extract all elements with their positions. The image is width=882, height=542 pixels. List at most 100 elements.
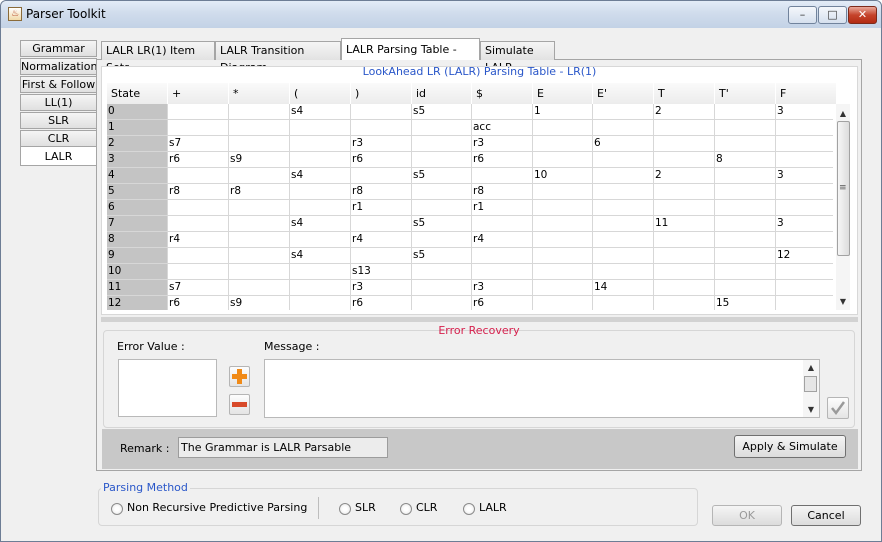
remove-error-button[interactable] xyxy=(229,394,250,415)
table-cell[interactable] xyxy=(593,216,654,232)
table-cell[interactable] xyxy=(654,184,715,200)
table-row[interactable]: 6 r1 r1 xyxy=(107,200,833,216)
table-cell[interactable] xyxy=(533,280,593,296)
table-cell[interactable]: r6 xyxy=(472,296,533,310)
table-cell[interactable] xyxy=(472,216,533,232)
radio-label-lalr[interactable]: LALR xyxy=(479,501,507,514)
table-row[interactable]: 4 s4 s5 10 2 3 xyxy=(107,168,833,184)
ok-button[interactable]: OK xyxy=(712,505,782,526)
tab-normalization[interactable]: Normalization xyxy=(20,58,97,75)
table-cell[interactable] xyxy=(351,248,412,264)
table-cell[interactable] xyxy=(290,200,351,216)
column-header[interactable]: * xyxy=(229,83,290,104)
table-cell[interactable] xyxy=(412,232,472,248)
state-cell[interactable]: 2 xyxy=(107,136,168,152)
table-row[interactable]: 2 s7 r3 r3 6 xyxy=(107,136,833,152)
table-cell[interactable] xyxy=(715,184,776,200)
table-cell[interactable] xyxy=(290,296,351,310)
table-cell[interactable] xyxy=(412,200,472,216)
state-cell[interactable]: 1 xyxy=(107,120,168,136)
table-cell[interactable]: r6 xyxy=(351,296,412,310)
state-cell[interactable]: 6 xyxy=(107,200,168,216)
table-cell[interactable]: 3 xyxy=(776,104,833,120)
table-cell[interactable] xyxy=(533,216,593,232)
table-cell[interactable] xyxy=(715,216,776,232)
table-cell[interactable] xyxy=(412,296,472,310)
column-header[interactable]: ( xyxy=(290,83,351,104)
table-cell[interactable] xyxy=(412,136,472,152)
title-bar[interactable] xyxy=(1,1,881,28)
column-header[interactable]: F xyxy=(776,83,837,104)
table-row[interactable]: 12 r6 s9 r6 r6 15 xyxy=(107,296,833,310)
table-cell[interactable] xyxy=(654,232,715,248)
table-cell[interactable] xyxy=(472,104,533,120)
split-divider[interactable] xyxy=(101,317,858,322)
message-scroll-thumb[interactable] xyxy=(804,376,817,392)
table-cell[interactable]: s7 xyxy=(168,136,229,152)
table-cell[interactable] xyxy=(776,232,833,248)
column-header[interactable]: State xyxy=(107,83,168,104)
table-cell[interactable] xyxy=(593,232,654,248)
message-textarea[interactable] xyxy=(264,359,820,418)
table-cell[interactable] xyxy=(168,264,229,280)
add-error-button[interactable] xyxy=(229,366,250,387)
table-cell[interactable] xyxy=(351,104,412,120)
message-scroll-down-icon[interactable]: ▼ xyxy=(804,405,818,414)
table-cell[interactable]: r4 xyxy=(472,232,533,248)
message-scroll-up-icon[interactable]: ▲ xyxy=(804,363,818,372)
column-header[interactable]: ) xyxy=(351,83,412,104)
table-cell[interactable]: 3 xyxy=(776,168,833,184)
table-cell[interactable]: r6 xyxy=(168,296,229,310)
table-cell[interactable]: 3 xyxy=(776,216,833,232)
table-cell[interactable] xyxy=(654,296,715,310)
column-header[interactable]: E' xyxy=(593,83,654,104)
table-cell[interactable]: 10 xyxy=(533,168,593,184)
table-cell[interactable] xyxy=(715,232,776,248)
table-cell[interactable] xyxy=(654,136,715,152)
tab-lalr-parsing-table[interactable]: LALR Parsing Table - LR(1) xyxy=(341,38,480,78)
radio-label-clr[interactable]: CLR xyxy=(416,501,437,514)
table-cell[interactable] xyxy=(168,168,229,184)
table-cell[interactable] xyxy=(351,168,412,184)
table-cell[interactable] xyxy=(229,136,290,152)
table-cell[interactable] xyxy=(290,264,351,280)
table-cell[interactable] xyxy=(290,184,351,200)
column-header[interactable]: T xyxy=(654,83,715,104)
table-cell[interactable] xyxy=(351,216,412,232)
table-cell[interactable] xyxy=(229,104,290,120)
column-header[interactable]: + xyxy=(168,83,229,104)
table-row[interactable]: 7 s4 s5 11 3 xyxy=(107,216,833,232)
table-cell[interactable]: 14 xyxy=(593,280,654,296)
table-cell[interactable] xyxy=(715,168,776,184)
table-row[interactable]: 8 r4 r4 r4 xyxy=(107,232,833,248)
table-cell[interactable]: 12 xyxy=(776,248,833,264)
table-cell[interactable] xyxy=(290,232,351,248)
table-cell[interactable] xyxy=(715,104,776,120)
table-cell[interactable] xyxy=(593,200,654,216)
radio-non-recursive[interactable] xyxy=(111,503,123,515)
table-cell[interactable] xyxy=(776,280,833,296)
state-cell[interactable]: 5 xyxy=(107,184,168,200)
table-cell[interactable] xyxy=(229,120,290,136)
tab-first-follow[interactable]: First & Follow xyxy=(20,76,97,93)
table-cell[interactable] xyxy=(776,264,833,280)
table-cell[interactable] xyxy=(229,264,290,280)
table-cell[interactable] xyxy=(229,216,290,232)
close-button[interactable]: ✕ xyxy=(848,6,877,24)
table-row[interactable]: 1 acc xyxy=(107,120,833,136)
table-cell[interactable] xyxy=(412,120,472,136)
table-cell[interactable] xyxy=(229,168,290,184)
table-cell[interactable] xyxy=(593,120,654,136)
tab-simulate-lalr[interactable]: Simulate LALR xyxy=(480,41,555,74)
table-cell[interactable]: r1 xyxy=(351,200,412,216)
table-cell[interactable] xyxy=(472,264,533,280)
table-row[interactable]: 5 r8 r8 r8 r8 xyxy=(107,184,833,200)
table-cell[interactable] xyxy=(776,200,833,216)
table-cell[interactable] xyxy=(776,152,833,168)
table-cell[interactable] xyxy=(412,280,472,296)
table-cell[interactable] xyxy=(533,296,593,310)
table-cell[interactable]: r6 xyxy=(351,152,412,168)
table-cell[interactable] xyxy=(593,152,654,168)
table-cell[interactable] xyxy=(290,280,351,296)
table-cell[interactable]: r3 xyxy=(472,136,533,152)
